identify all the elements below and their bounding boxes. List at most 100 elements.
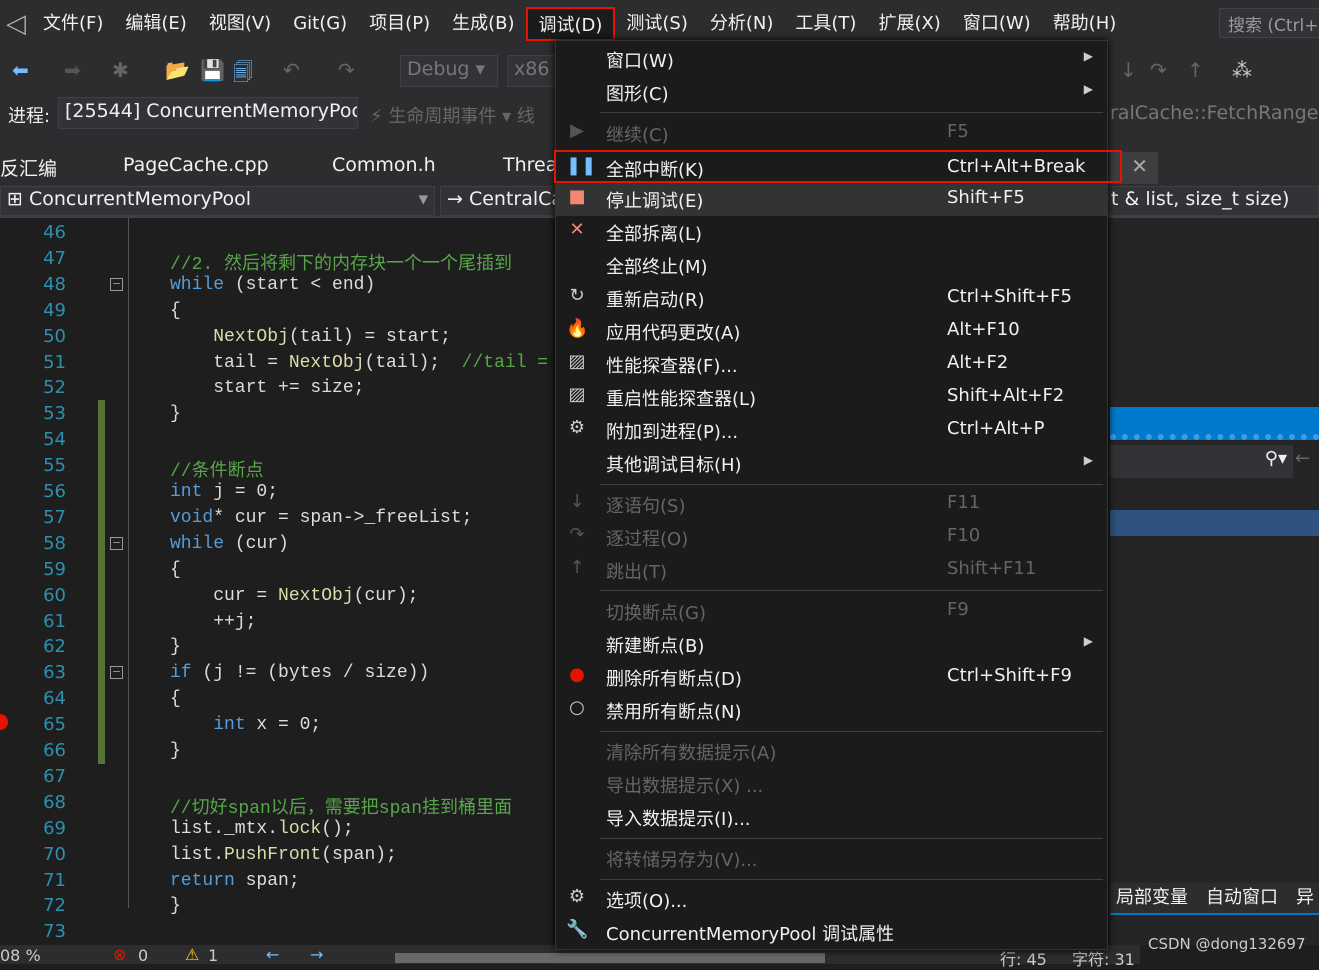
horizontal-scrollbar[interactable] [395,953,825,963]
menu-4[interactable]: 项目(P) [358,7,441,41]
debug-menu-item[interactable]: ○ 禁用所有断点(N) [556,694,1107,727]
close-icon: ✕ [569,219,585,240]
menu-6[interactable]: 调试(D) [525,7,616,41]
next-issue-icon[interactable]: → [310,945,323,964]
tab-thread[interactable]: Threa [503,154,557,176]
collapse-icon[interactable]: − [110,277,123,291]
menu-1[interactable]: 编辑(E) [114,7,197,41]
debug-menu-item[interactable]: ⚙ 选项(O)... [556,883,1107,916]
debug-menu-item[interactable]: ↓ 逐语句(S) F11 [556,488,1107,521]
lifecycle-events-button[interactable]: ⚡ 生命周期事件 ▾ 线 [370,102,535,128]
prev-issue-icon[interactable]: ← [266,945,279,964]
configuration-select[interactable]: Debug ▾ [400,55,498,87]
gear-icon: ⚙ [568,886,586,907]
member-select[interactable]: t & list, size_t size) [1105,186,1319,216]
code-line: { [170,560,181,580]
code-line: } [170,741,181,761]
debug-menu-item[interactable]: 其他调试目标(H) ▶ [556,447,1107,480]
menu-0[interactable]: 文件(F) [32,7,114,41]
debug-menu-item[interactable]: ↷ 逐过程(O) F10 [556,521,1107,554]
debug-menu-item[interactable]: 切换断点(G) F9 [556,595,1107,628]
breakpoint-icon[interactable] [0,714,8,730]
debug-menu-item[interactable]: 清除所有数据提示(A) [556,735,1107,768]
back-icon[interactable]: ⬅ [12,58,29,82]
scope-select[interactable]: → CentralCa [440,186,560,216]
debug-menu-item[interactable]: 导入数据提示(I)... [556,801,1107,834]
platform-select[interactable]: x86 [507,55,557,87]
menu-12[interactable]: 帮助(H) [1042,7,1128,41]
step-over-toolbar-icon[interactable]: ↷ [1150,58,1167,82]
code-token: NextObj [288,352,365,373]
selected-row[interactable] [1110,510,1319,536]
hex-display-icon[interactable]: ⁂ [1232,58,1252,82]
menu-3[interactable]: Git(G) [282,7,358,41]
menu-7[interactable]: 测试(S) [615,7,698,41]
menu-10[interactable]: 扩展(X) [867,7,951,41]
debug-menu-item[interactable]: ↑ 跳出(T) Shift+F11 [556,554,1107,587]
profiler-icon: ▨ [568,351,586,372]
menu-item-label: 图形(C) [606,84,669,105]
step-into-toolbar-icon[interactable]: ↓ [1120,58,1137,82]
menu-item-label: 逐过程(O) [606,529,689,550]
debug-menu-item[interactable]: 新建断点(B) ▶ [556,628,1107,661]
save-all-icon[interactable]: 🗐 [233,58,253,92]
code-token: } [170,741,181,761]
debug-menu-item[interactable]: 全部终止(M) [556,249,1107,282]
tab-locals[interactable]: 局部变量 [1116,883,1188,913]
debug-menu-item[interactable]: ❚❚ 全部中断(K) Ctrl+Alt+Break [554,150,1122,183]
menu-11[interactable]: 窗口(W) [952,7,1042,41]
tab-disassembly[interactable]: 反汇编 [0,154,57,181]
code-token: (span); [321,844,397,865]
debug-menu-item[interactable]: ↻ 重新启动(R) Ctrl+Shift+F5 [556,282,1107,315]
outline-line [128,218,129,908]
project-select[interactable]: ⊞ ConcurrentMemoryPool ▾ [0,186,435,216]
wrench-icon: 🔧 [566,919,589,940]
debug-menu-item[interactable]: ▨ 重启性能探查器(L) Shift+Alt+F2 [556,381,1107,414]
debug-menu-item[interactable]: 🔧 ConcurrentMemoryPool 调试属性 [556,916,1107,949]
debug-menu-item[interactable]: 导出数据提示(X) ... [556,768,1107,801]
tab-exceptions[interactable]: 异 [1296,883,1314,913]
new-project-icon[interactable]: ✱ [112,58,129,82]
open-folder-icon[interactable]: 📂 [165,58,190,82]
debug-menu-item[interactable]: ■ 停止调试(E) Shift+F5 [556,183,1107,216]
code-token: lock [278,818,322,839]
process-label: 进程: [8,106,51,127]
debug-menu-item[interactable]: ⚙ 附加到进程(P)... Ctrl+Alt+P [556,414,1107,447]
menu-8[interactable]: 分析(N) [699,7,785,41]
process-select[interactable]: [25544] ConcurrentMemoryPoc ▾ [58,97,358,129]
forward-icon[interactable]: ➡ [64,58,81,82]
tab-common-h[interactable]: Common.h [332,154,436,176]
debug-menu-item[interactable]: ▨ 性能探查器(F)... Alt+F2 [556,348,1107,381]
debug-menu-item[interactable]: ▶ 继续(C) F5 [556,117,1107,150]
step-out-toolbar-icon[interactable]: ↑ [1187,58,1204,82]
code-token: (start < end) [224,274,376,295]
back-arrow-icon[interactable]: ← [1295,448,1310,469]
save-icon[interactable]: 💾 [200,58,225,82]
collapse-icon[interactable]: − [110,536,123,550]
tab-autos[interactable]: 自动窗口 [1206,883,1278,913]
menu-9[interactable]: 工具(T) [784,7,867,41]
panel-search-input[interactable]: ⚲▾ [1110,445,1293,478]
error-icon: ⊗ [113,945,127,964]
search-input[interactable]: 搜索 (Ctrl+ [1219,8,1319,38]
redo-icon[interactable]: ↷ [338,58,355,82]
debug-menu-item[interactable]: 窗口(W) ▶ [556,43,1107,76]
menu-2[interactable]: 视图(V) [198,7,282,41]
debug-menu-item[interactable]: 图形(C) ▶ [556,76,1107,109]
menu-item-shortcut: Shift+F5 [947,187,1025,208]
debug-menu-item[interactable]: 将转储另存为(V)... [556,842,1107,875]
line-number: 72 [43,895,66,917]
error-count[interactable]: 0 [138,946,148,965]
menu-5[interactable]: 生成(B) [441,7,525,41]
menu-item-label: 窗口(W) [606,51,674,72]
close-tab-icon[interactable]: ✕ [1131,154,1148,178]
tab-pagecache-cpp[interactable]: PageCache.cpp [123,154,269,176]
undo-icon[interactable]: ↶ [283,58,300,82]
collapse-icon[interactable]: − [110,666,123,680]
zoom-level[interactable]: 08 % [0,946,41,965]
debug-menu-item[interactable]: ✕ 全部拆离(L) [556,216,1107,249]
stack-frame-select[interactable]: ralCache::FetchRangeOb [1110,102,1319,124]
warning-count[interactable]: 1 [208,946,218,965]
debug-menu-item[interactable]: ● 删除所有断点(D) Ctrl+Shift+F9 [556,661,1107,694]
debug-menu-item[interactable]: 🔥 应用代码更改(A) Alt+F10 [556,315,1107,348]
